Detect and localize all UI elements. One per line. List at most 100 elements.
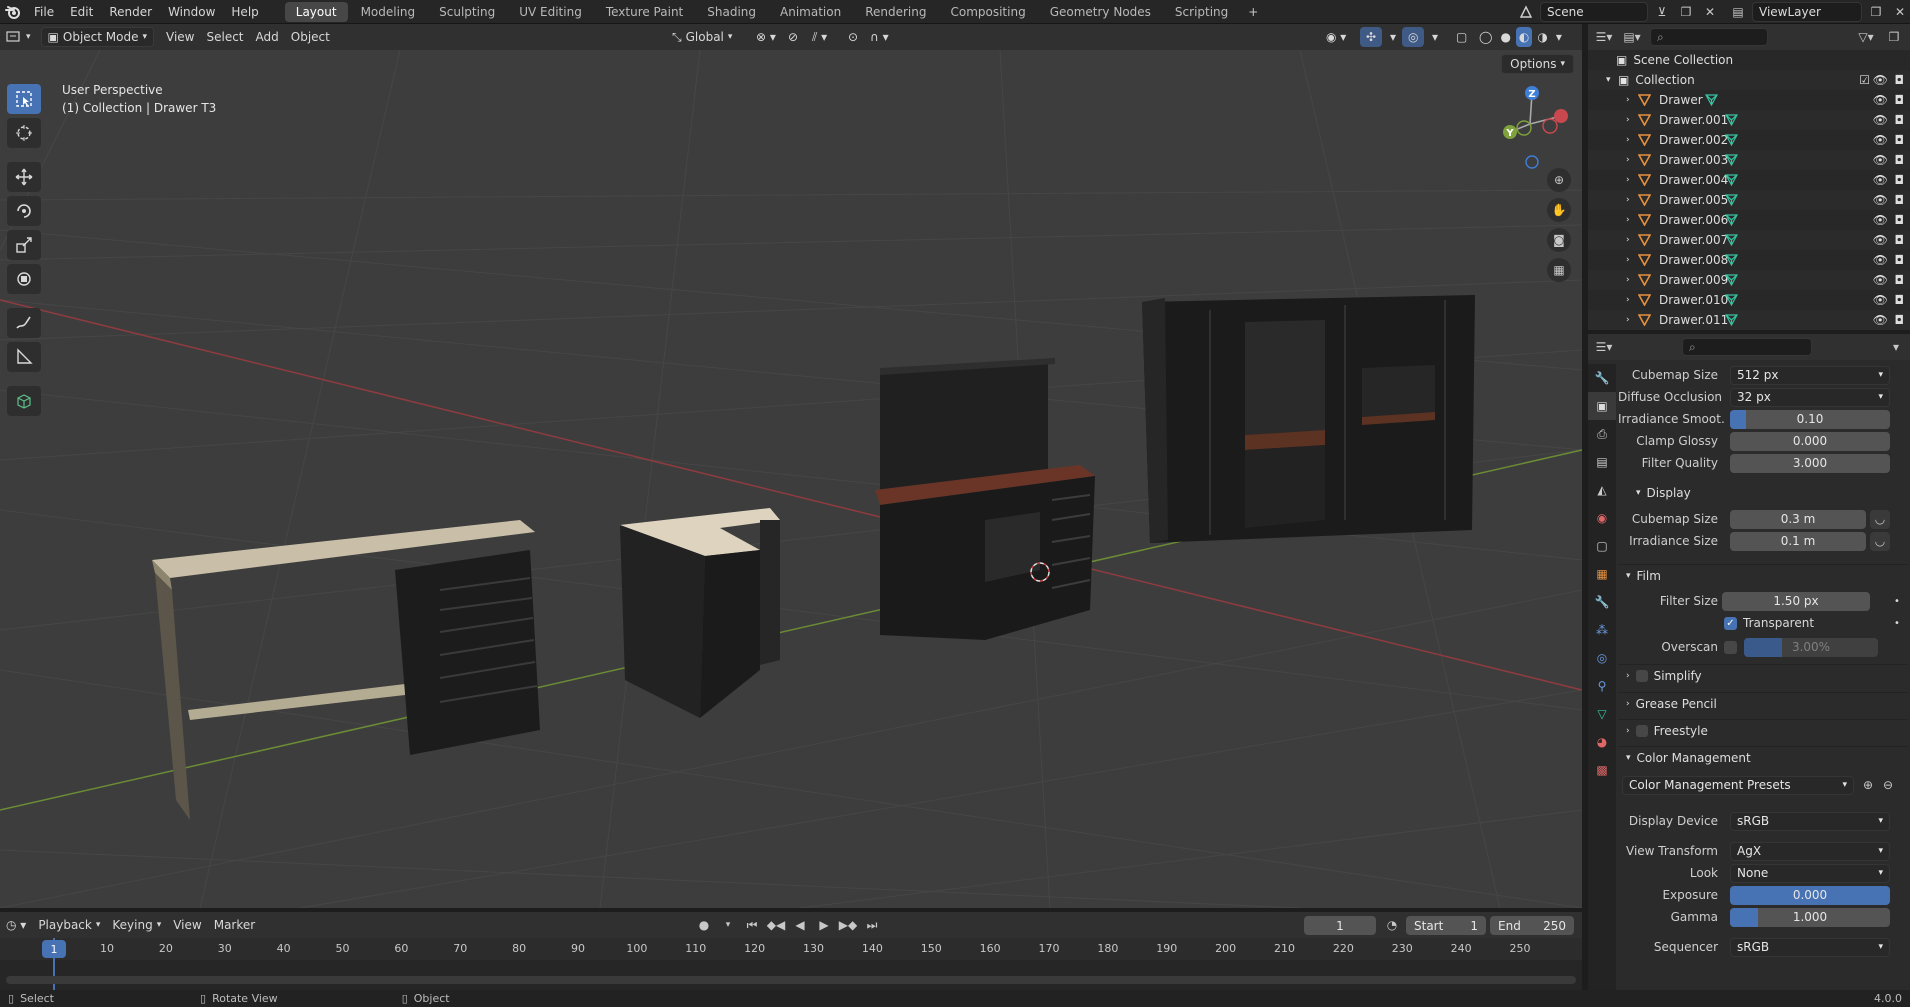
add-cube-tool[interactable] xyxy=(7,386,41,416)
camera-icon[interactable]: ◘ xyxy=(1895,193,1905,207)
eye-icon[interactable]: 👁 xyxy=(1873,293,1888,307)
material-preview-shading-button[interactable]: ◐ xyxy=(1515,27,1533,47)
expand-arrow-icon[interactable]: › xyxy=(1626,95,1638,105)
editor-type-button[interactable]: ▾ xyxy=(0,27,37,47)
pin-scene-icon[interactable]: ⊻ xyxy=(1652,2,1672,22)
mesh-data-icon[interactable] xyxy=(1725,314,1738,326)
prev-keyframe-icon[interactable]: ◆◀ xyxy=(766,915,786,935)
navigation-gizmo[interactable]: Z Y xyxy=(1490,80,1570,170)
outliner-row-object[interactable]: › Drawer.001 👁 ◘ xyxy=(1588,110,1910,130)
camera-icon[interactable]: ◘ xyxy=(1895,313,1905,327)
eye-icon[interactable]: 👁 xyxy=(1873,133,1888,147)
camera-icon[interactable]: ◘ xyxy=(1895,173,1905,187)
camera-icon[interactable]: ◘ xyxy=(1895,293,1905,307)
mesh-data-icon[interactable] xyxy=(1725,134,1738,146)
timeline-menu-view[interactable]: View xyxy=(167,915,207,935)
keyframe-dot-icon[interactable]: • xyxy=(1894,596,1900,607)
timeline-menu-marker[interactable]: Marker xyxy=(208,915,261,935)
mesh-data-icon[interactable] xyxy=(1725,234,1738,246)
expand-arrow-icon[interactable]: › xyxy=(1626,135,1638,145)
gizmo-dropdown-button[interactable]: ▾ xyxy=(1384,27,1402,47)
outliner-editor-type-icon[interactable]: ☰▾ xyxy=(1594,27,1614,47)
outliner-row-object[interactable]: › Drawer.003 👁 ◘ xyxy=(1588,150,1910,170)
camera-icon[interactable]: ◘ xyxy=(1895,213,1905,227)
look-select[interactable]: None ▾ xyxy=(1730,863,1890,883)
irradiance-size-options-icon[interactable]: ◡ xyxy=(1870,531,1890,551)
scene-selector[interactable]: Scene xyxy=(1540,2,1648,22)
expand-arrow-icon[interactable]: › xyxy=(1626,235,1638,245)
use-preview-range-icon[interactable]: ◔ xyxy=(1382,915,1402,935)
camera-icon[interactable]: ◘ xyxy=(1895,93,1905,107)
grease-pencil-panel-header[interactable]: › Grease Pencil xyxy=(1618,692,1908,714)
menu-file[interactable]: File xyxy=(26,0,62,24)
ortho-toggle-icon[interactable]: ▦ xyxy=(1547,258,1571,282)
texture-tab-icon[interactable]: ▩ xyxy=(1588,756,1616,784)
expand-arrow-icon[interactable]: › xyxy=(1626,175,1638,185)
timeline-menu-playback[interactable]: Playback ▾ xyxy=(32,915,106,935)
move-tool[interactable] xyxy=(7,162,41,192)
viewport-menu-view[interactable]: View xyxy=(160,27,200,47)
current-frame-field[interactable]: 1 xyxy=(1304,916,1376,935)
clamp-glossy-field[interactable]: 0.000 xyxy=(1730,431,1890,451)
eye-icon[interactable]: 👁 xyxy=(1873,153,1888,167)
proportional-edit-button[interactable]: ⊙ xyxy=(842,27,864,47)
delete-scene-icon[interactable]: ✕ xyxy=(1700,2,1720,22)
options-dropdown[interactable]: Options ▾ xyxy=(1501,54,1574,74)
tab-sculpting[interactable]: Sculpting xyxy=(428,2,506,22)
film-panel-header[interactable]: ▾ Film xyxy=(1618,564,1908,586)
start-frame-field[interactable]: Start 1 xyxy=(1406,916,1486,935)
freestyle-panel-header[interactable]: › Freestyle xyxy=(1618,719,1908,741)
filter-size-field[interactable]: 1.50 px xyxy=(1722,591,1870,611)
collapse-arrow-icon[interactable]: ▾ xyxy=(1606,75,1618,85)
proportional-falloff-button[interactable]: ∩ ▾ xyxy=(864,27,895,47)
new-collection-icon[interactable]: ❐ xyxy=(1884,27,1904,47)
gamma-slider[interactable]: 1.000 xyxy=(1730,907,1890,927)
filter-quality-field[interactable]: 3.000 xyxy=(1730,453,1890,473)
camera-icon[interactable]: ◘ xyxy=(1895,73,1905,87)
camera-icon[interactable]: ◘ xyxy=(1895,153,1905,167)
jump-end-icon[interactable]: ⏭ xyxy=(862,915,882,935)
eye-icon[interactable]: 👁 xyxy=(1873,173,1888,187)
expand-arrow-icon[interactable]: › xyxy=(1626,215,1638,225)
playhead-frame-badge[interactable]: 1 xyxy=(42,940,66,958)
snap-toggle-button[interactable]: ⊘ xyxy=(782,27,804,47)
outliner-row-object[interactable]: › Drawer.005 👁 ◘ xyxy=(1588,190,1910,210)
eye-icon[interactable]: 👁 xyxy=(1873,313,1888,327)
render-tab-icon[interactable]: ▣ xyxy=(1588,392,1616,420)
pivot-point-button[interactable]: ⊗ ▾ xyxy=(750,27,782,47)
outliner-row-object[interactable]: › Drawer 👁 ◘ xyxy=(1588,90,1910,110)
eye-icon[interactable]: 👁 xyxy=(1873,233,1888,247)
tab-animation[interactable]: Animation xyxy=(769,2,852,22)
mesh-data-icon[interactable] xyxy=(1725,294,1738,306)
overscan-checkbox[interactable] xyxy=(1724,640,1737,654)
expand-arrow-icon[interactable]: › xyxy=(1626,255,1638,265)
play-reverse-icon[interactable]: ◀ xyxy=(790,915,810,935)
transform-tool[interactable] xyxy=(7,264,41,294)
display-device-select[interactable]: sRGB ▾ xyxy=(1730,811,1890,831)
diffuse-occlusion-select[interactable]: 32 px ▾ xyxy=(1730,387,1890,407)
view-transform-select[interactable]: AgX ▾ xyxy=(1730,841,1890,861)
rotate-tool[interactable] xyxy=(7,196,41,226)
camera-icon[interactable]: ◘ xyxy=(1895,133,1905,147)
view-layer-selector[interactable]: ViewLayer xyxy=(1752,2,1862,22)
eye-icon[interactable]: 👁 xyxy=(1873,253,1888,267)
solid-shading-button[interactable]: ● xyxy=(1497,27,1513,47)
view-layer-tab-icon[interactable]: ▤ xyxy=(1588,448,1616,476)
eye-icon[interactable]: 👁 xyxy=(1873,213,1888,227)
tab-layout[interactable]: Layout xyxy=(284,1,348,22)
scene-icon[interactable] xyxy=(1516,2,1536,22)
menu-edit[interactable]: Edit xyxy=(62,0,101,24)
expand-arrow-icon[interactable]: › xyxy=(1626,115,1638,125)
overlay-dropdown-button[interactable]: ▾ xyxy=(1426,27,1444,47)
transparent-checkbox[interactable]: ✓ Transparent xyxy=(1724,616,1814,630)
outliner-row-object[interactable]: › Drawer.006 👁 ◘ xyxy=(1588,210,1910,230)
constraints-tab-icon[interactable]: ⚲ xyxy=(1588,672,1616,700)
outliner-search-input[interactable]: ⌕ xyxy=(1650,28,1768,46)
rendered-shading-button[interactable]: ◑ xyxy=(1534,27,1550,47)
tab-uv-editing[interactable]: UV Editing xyxy=(508,2,593,22)
overscan-field[interactable]: 3.00% xyxy=(1744,637,1878,657)
display-irradiance-size-field[interactable]: 0.1 m xyxy=(1730,531,1866,551)
auto-keying-dropdown-icon[interactable]: ▾ xyxy=(718,915,738,935)
outliner-row-object[interactable]: › Drawer.004 👁 ◘ xyxy=(1588,170,1910,190)
add-workspace-icon[interactable]: + xyxy=(1243,2,1263,22)
